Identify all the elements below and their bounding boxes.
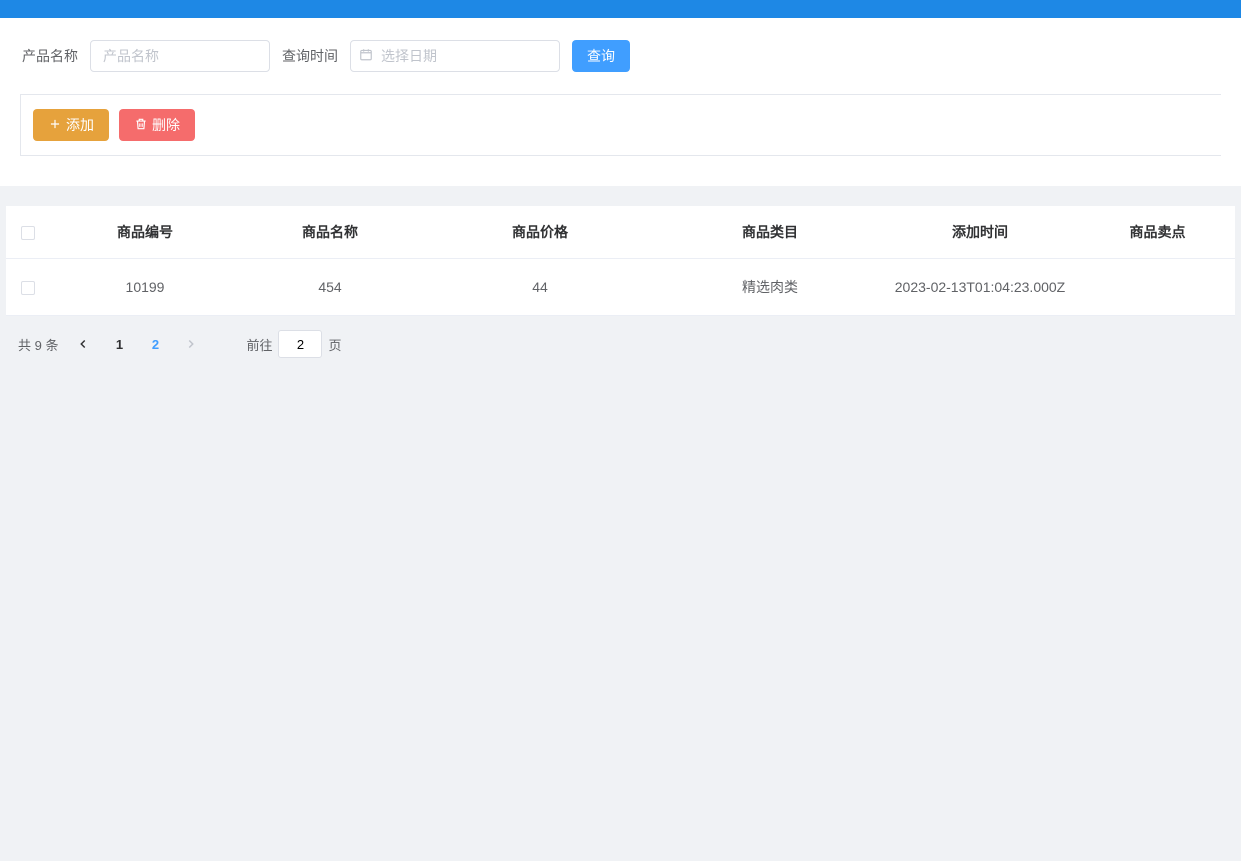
header-category: 商品类目 [660, 206, 880, 259]
filter-bar: 产品名称 查询时间 查询 [0, 18, 1241, 94]
query-time-label: 查询时间 [282, 46, 338, 66]
select-all-checkbox[interactable] [21, 226, 35, 240]
cell-category: 精选肉类 [660, 259, 880, 316]
pagination: 共 9 条 1 2 前往 页 [6, 316, 1235, 372]
date-input-wrap [350, 40, 560, 72]
cell-name: 454 [240, 259, 420, 316]
header-id: 商品编号 [50, 206, 240, 259]
table-row: 10199 454 44 精选肉类 2023-02-13T01:04:23.00… [6, 259, 1235, 316]
product-name-input[interactable] [90, 40, 270, 72]
pagination-page-1[interactable]: 1 [108, 337, 130, 352]
header-selling-point: 商品卖点 [1080, 206, 1235, 259]
pagination-prev[interactable] [72, 333, 94, 355]
row-checkbox[interactable] [21, 281, 35, 295]
jumper-suffix: 页 [328, 335, 341, 354]
cell-id: 10199 [50, 259, 240, 316]
header-price: 商品价格 [420, 206, 660, 259]
delete-button-label: 删除 [152, 115, 180, 135]
add-button-label: 添加 [66, 115, 94, 135]
cell-price: 44 [420, 259, 660, 316]
date-input[interactable] [350, 40, 560, 72]
top-bar [0, 0, 1241, 18]
jumper-input[interactable] [278, 330, 322, 358]
cell-selling-point [1080, 259, 1235, 316]
delete-button[interactable]: 删除 [119, 109, 195, 141]
header-name: 商品名称 [240, 206, 420, 259]
cell-add-time: 2023-02-13T01:04:23.000Z [880, 259, 1080, 316]
add-button[interactable]: 添加 [33, 109, 109, 141]
jumper-prefix: 前往 [246, 335, 272, 354]
header-checkbox-cell [6, 206, 50, 259]
product-name-label: 产品名称 [22, 46, 78, 66]
data-table: 商品编号 商品名称 商品价格 商品类目 添加时间 商品卖点 10199 454 … [6, 206, 1235, 316]
pagination-page-2[interactable]: 2 [144, 337, 166, 352]
header-add-time: 添加时间 [880, 206, 1080, 259]
pagination-jumper: 前往 页 [246, 330, 341, 358]
pagination-next[interactable] [180, 333, 202, 355]
search-button[interactable]: 查询 [572, 40, 630, 72]
pagination-total: 共 9 条 [18, 335, 58, 354]
toolbar: 添加 删除 [20, 94, 1221, 156]
search-button-label: 查询 [587, 46, 615, 66]
plus-icon [48, 117, 62, 134]
trash-icon [134, 117, 148, 134]
